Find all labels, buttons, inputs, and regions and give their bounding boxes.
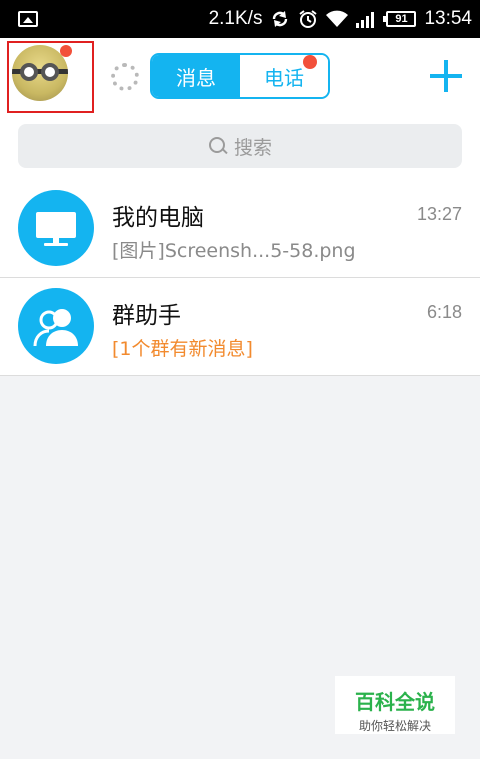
- avatar-goggle-right: [41, 63, 59, 81]
- conversation-time: 6:18: [426, 302, 462, 322]
- list-item-my-computer[interactable]: 我的电脑 13:27 [图片]Screensh...5-58.png: [0, 180, 480, 278]
- search-placeholder: 搜索: [233, 136, 272, 159]
- watermark-logo: 百科全说 助你轻松解决: [335, 676, 455, 734]
- sync-icon: [270, 10, 290, 28]
- conversation-preview: [图片]Screensh...5-58.png: [112, 240, 356, 262]
- monitor-icon: [18, 190, 94, 266]
- list-item-group-assistant[interactable]: 群助手 6:18 [1个群有新消息]: [0, 278, 480, 376]
- calls-badge-dot: [303, 55, 317, 69]
- conversation-list: 我的电脑 13:27 [图片]Screensh...5-58.png 群助手 6…: [0, 180, 480, 376]
- avatar-goggle-left: [20, 63, 38, 81]
- clock: 13:54: [424, 8, 472, 29]
- search-icon: [208, 136, 228, 156]
- alarm-icon: [298, 9, 318, 29]
- avatar-badge-dot: [60, 45, 72, 57]
- wifi-icon: [326, 10, 349, 28]
- top-bar: 消息 电话: [0, 38, 480, 114]
- network-speed: 2.1K/s: [208, 8, 263, 29]
- search-input[interactable]: 搜索: [18, 124, 462, 168]
- loading-spinner-icon: [111, 63, 139, 91]
- conversation-time: 13:27: [416, 204, 462, 224]
- add-plus-icon[interactable]: [430, 60, 462, 92]
- watermark-subtitle: 助你轻松解决: [358, 719, 431, 733]
- conversation-title: 我的电脑: [112, 205, 204, 231]
- search-area: 搜索: [0, 114, 480, 180]
- watermark-title: 百科全说: [355, 690, 435, 714]
- status-bar-right: 2.1K/s 91 13:54: [209, 0, 472, 38]
- battery-icon: 91: [383, 11, 417, 27]
- signal-icon: [356, 10, 378, 28]
- tab-messages[interactable]: 消息: [152, 55, 240, 97]
- image-notification-icon: [18, 11, 38, 27]
- conversation-preview: [1个群有新消息]: [112, 338, 253, 360]
- conversation-title: 群助手: [112, 303, 181, 329]
- status-bar: 2.1K/s 91 13:54: [0, 0, 480, 38]
- group-people-icon: [18, 288, 94, 364]
